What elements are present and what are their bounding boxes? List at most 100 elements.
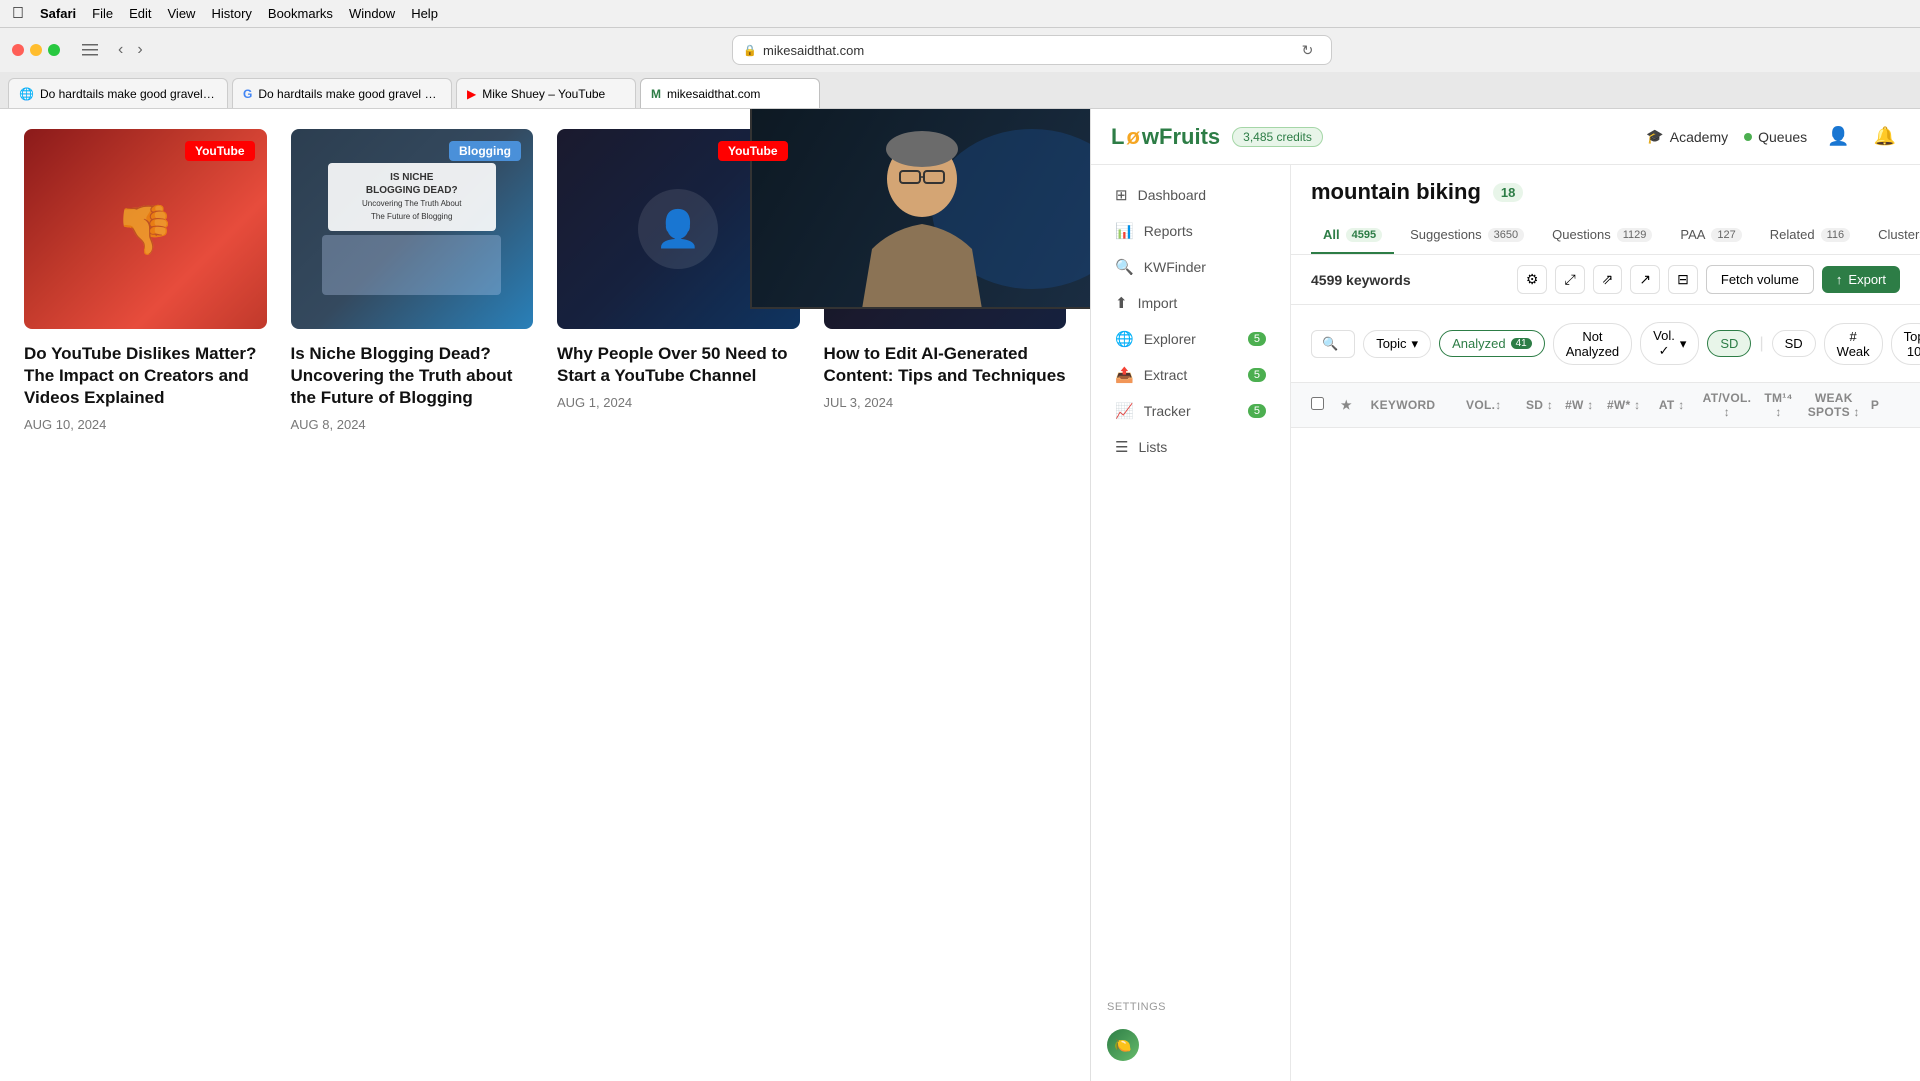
top10-filter-button[interactable]: Top 10 [1891, 323, 1920, 365]
menu-history[interactable]: History [211, 6, 251, 21]
export-button[interactable]: ↑ Export [1822, 266, 1900, 293]
tab-questions[interactable]: Questions 1129 [1540, 217, 1664, 254]
sd-text-filter-label: SD [1785, 336, 1803, 351]
academy-icon: 🎓 [1646, 128, 1663, 145]
tab-all[interactable]: All 4595 [1311, 217, 1394, 254]
menu-bookmarks[interactable]: Bookmarks [268, 6, 333, 21]
address-bar[interactable]: 🔒 mikesaidthat.com ↻ [732, 35, 1332, 65]
browser-tab-3[interactable]: ▶ Mike Shuey – YouTube [456, 78, 636, 108]
article-card-1[interactable]: 👎 YouTube Do YouTube Dislikes Matter? Th… [24, 129, 267, 432]
header-right: 🎓 Academy Queues 👤 🔔 [1646, 122, 1900, 151]
sidebar: ⊞ Dashboard 📊 Reports 🔍 KWFinder ⬆ Impor… [1091, 165, 1291, 1081]
user-icon-button[interactable]: 👤 [1823, 122, 1853, 151]
lock-icon: 🔒 [743, 44, 757, 57]
academy-button[interactable]: 🎓 Academy [1646, 128, 1728, 145]
share2-tool-button[interactable]: ↗ [1630, 265, 1660, 294]
table-scroll-area[interactable] [1291, 428, 1920, 1081]
th-at[interactable]: AT ↕ [1650, 398, 1694, 412]
select-all-checkbox[interactable] [1311, 397, 1324, 410]
th-p: P [1871, 398, 1900, 412]
vol-filter-button[interactable]: Vol. ✓ ▾ [1640, 322, 1699, 365]
menu-safari[interactable]: Safari [40, 6, 76, 21]
article-title-4: How to Edit AI-Generated Content: Tips a… [824, 343, 1067, 387]
fetch-volume-button[interactable]: Fetch volume [1706, 265, 1814, 294]
sidebar-item-import[interactable]: ⬆ Import [1099, 286, 1282, 320]
app-panel: LøwFruits 3,485 credits 🎓 Academy Queues… [1090, 109, 1920, 1081]
article-image-1: 👎 YouTube [24, 129, 267, 329]
browser-tab-4[interactable]: M mikesaidthat.com [640, 78, 820, 108]
forward-button[interactable]: › [131, 37, 148, 63]
toolbar-right: ⚙ ⤢ ⇗ ↗ ⊟ Fetch volume ↑ Export [1517, 265, 1900, 294]
sidebar-explorer-label: Explorer [1144, 331, 1196, 347]
menu-view[interactable]: View [168, 6, 196, 21]
logo-rest: wFruits [1142, 124, 1220, 150]
th-ws[interactable]: WEAK SPOTS ↕ [1805, 391, 1863, 419]
sidebar-item-explorer[interactable]: 🌐 Explorer 5 [1099, 322, 1282, 356]
app-body: ⊞ Dashboard 📊 Reports 🔍 KWFinder ⬆ Impor… [1091, 165, 1920, 1081]
apple-menu[interactable]:  [12, 5, 24, 23]
import-icon: ⬆ [1115, 294, 1128, 312]
tracker-badge: 5 [1248, 404, 1266, 418]
menu-window[interactable]: Window [349, 6, 395, 21]
sidebar-item-tracker[interactable]: 📈 Tracker 5 [1099, 394, 1282, 428]
sidebar-dashboard-label: Dashboard [1138, 187, 1207, 203]
expand-tool-button[interactable]: ⤢ [1555, 265, 1584, 294]
minimize-window-button[interactable] [30, 44, 42, 56]
not-analyzed-filter-button[interactable]: Not Analyzed [1553, 323, 1632, 365]
topic-filter-button[interactable]: Topic ▾ [1363, 330, 1431, 358]
tab-clusters[interactable]: Clusters [1866, 217, 1920, 254]
article-card-2[interactable]: IS NICHEBLOGGING DEAD?Uncovering The Tru… [291, 129, 534, 432]
weak-filter-button[interactable]: # Weak [1824, 323, 1883, 365]
tab-related[interactable]: Related 116 [1758, 217, 1862, 254]
th-w2[interactable]: #W* ↕ [1606, 398, 1642, 412]
grid-tool-button[interactable]: ⊟ [1668, 265, 1698, 294]
sd-text-filter-button[interactable]: SD [1772, 330, 1816, 357]
share-tool-button[interactable]: ⇗ [1593, 265, 1623, 294]
search-input-wrap[interactable]: 🔍 [1311, 330, 1355, 358]
th-vol[interactable]: VOL.↕ [1443, 398, 1501, 412]
sidebar-item-kwfinder[interactable]: 🔍 KWFinder [1099, 250, 1282, 284]
sd-filter-button[interactable]: SD [1707, 330, 1751, 357]
menu-edit[interactable]: Edit [129, 6, 151, 21]
menu-file[interactable]: File [92, 6, 113, 21]
back-button[interactable]: ‹ [112, 37, 129, 63]
sidebar-toggle-button[interactable] [76, 40, 104, 60]
article-date-4: JUL 3, 2024 [824, 395, 1067, 410]
academy-label: Academy [1670, 129, 1728, 145]
article-badge-2: Blogging [449, 141, 521, 161]
th-checkbox[interactable] [1311, 397, 1333, 413]
fullscreen-window-button[interactable] [48, 44, 60, 56]
content-area: 👎 YouTube Do YouTube Dislikes Matter? Th… [0, 109, 1920, 1081]
queues-button[interactable]: Queues [1744, 129, 1807, 145]
tab-all-count: 4595 [1346, 228, 1382, 242]
tab-all-label: All [1323, 227, 1340, 242]
settings-tool-button[interactable]: ⚙ [1517, 265, 1548, 294]
th-tm[interactable]: TM¹⁴ ↕ [1760, 391, 1796, 419]
th-w[interactable]: #W ↕ [1561, 398, 1597, 412]
webcam-background [752, 109, 1090, 307]
sidebar-item-lists[interactable]: ☰ Lists [1099, 430, 1282, 464]
th-sd[interactable]: SD ↕ [1510, 398, 1554, 412]
th-atvol[interactable]: AT/VOL. ↕ [1702, 391, 1753, 419]
close-window-button[interactable] [12, 44, 24, 56]
keywords-toolbar: 4599 keywords ⚙ ⤢ ⇗ ↗ ⊟ Fetch volume ↑ E… [1291, 255, 1920, 305]
sidebar-item-reports[interactable]: 📊 Reports [1099, 214, 1282, 248]
sidebar-item-dashboard[interactable]: ⊞ Dashboard [1099, 178, 1282, 212]
menu-help[interactable]: Help [411, 6, 438, 21]
lowfruits-bottom-icon[interactable]: 🍋 [1107, 1029, 1139, 1061]
weak-filter-label: # Weak [1837, 329, 1870, 359]
keywords-count: 4599 keywords [1311, 272, 1411, 288]
sidebar-item-extract[interactable]: 📤 Extract 5 [1099, 358, 1282, 392]
article-image-2: IS NICHEBLOGGING DEAD?Uncovering The Tru… [291, 129, 534, 329]
th-keyword[interactable]: KEYWORD [1371, 398, 1436, 412]
reload-button[interactable]: ↻ [1294, 38, 1322, 63]
article-badge-3: YouTube [718, 141, 788, 161]
filters-row: 🔍 Topic ▾ Analyzed 41 Not Analyzed [1291, 305, 1920, 383]
browser-tab-1[interactable]: 🌐 Do hardtails make good gravel bikes? [8, 78, 228, 108]
sidebar-kwfinder-label: KWFinder [1144, 259, 1206, 275]
browser-tab-2[interactable]: G Do hardtails make good gravel bikes? –… [232, 78, 452, 108]
tab-suggestions[interactable]: Suggestions 3650 [1398, 217, 1536, 254]
notification-bell-button[interactable]: 🔔 [1870, 122, 1900, 151]
tab-paa[interactable]: PAA 127 [1668, 217, 1753, 254]
analyzed-filter-button[interactable]: Analyzed 41 [1439, 330, 1545, 357]
